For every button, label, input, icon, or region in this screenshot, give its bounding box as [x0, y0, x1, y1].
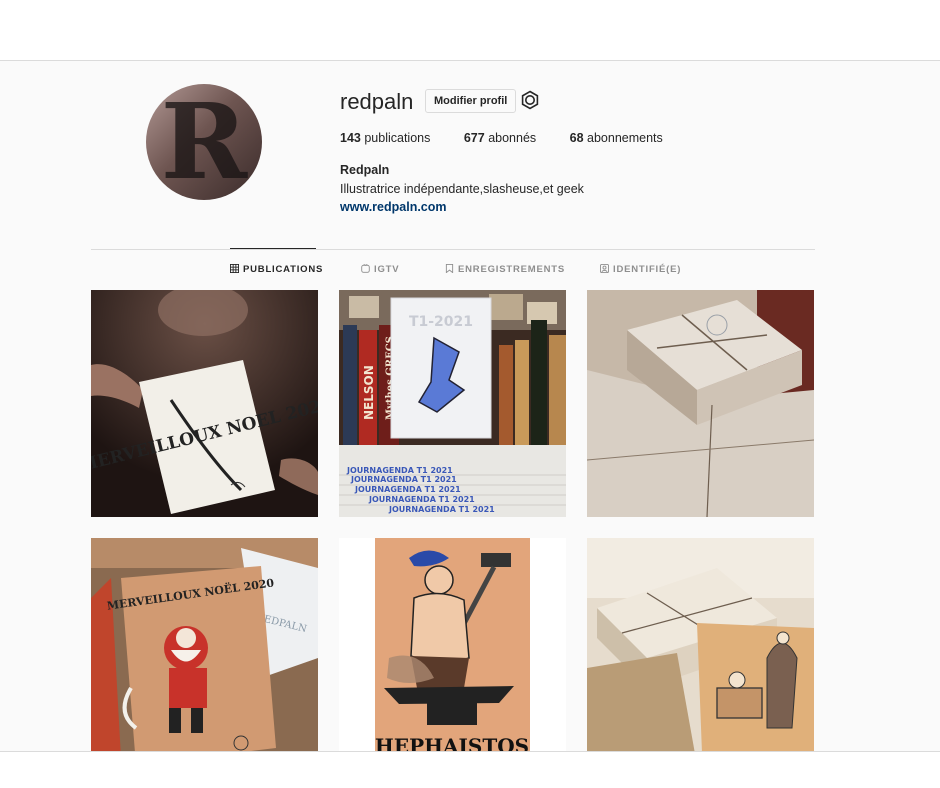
settings-gear-icon[interactable]: [520, 90, 540, 110]
post-3-image: [587, 290, 814, 517]
post-2-stack-3: JOURNAGENDA T1 2021: [354, 485, 461, 494]
post-thumbnail-1[interactable]: MERVEILLOUX NOEL 2020: [91, 290, 318, 517]
tab-igtv-label: IGTV: [374, 264, 400, 275]
tab-publications-label: PUBLICATIONS: [243, 264, 324, 275]
posts-count: 143 publications: [340, 131, 430, 145]
tab-igtv[interactable]: IGTV: [361, 249, 399, 289]
tab-saved[interactable]: ENREGISTREMENTS: [445, 249, 565, 289]
posts-count-label: publications: [364, 131, 431, 145]
following-count-label: abonnements: [587, 131, 663, 145]
profile-stats: 143 publications 677 abonnés 68 abonneme…: [340, 131, 693, 145]
tab-publications[interactable]: PUBLICATIONS: [230, 248, 322, 289]
profile-username: redpaln: [340, 89, 414, 114]
grid-icon: [230, 264, 239, 273]
post-2-stack-2: JOURNAGENDA T1 2021: [350, 475, 457, 484]
profile-full-name: Redpaln: [340, 163, 390, 177]
post-2-stack-1: JOURNAGENDA T1 2021: [346, 466, 453, 475]
tab-saved-label: ENREGISTREMENTS: [458, 264, 566, 275]
profile-tabs: PUBLICATIONS IGTV ENREGISTREMENTS IDENTI…: [91, 248, 815, 289]
posts-count-value: 143: [340, 131, 361, 145]
profile-avatar[interactable]: R: [146, 84, 262, 200]
followers-count-label: abonnés: [488, 131, 537, 145]
following-count[interactable]: 68 abonnements: [570, 131, 663, 145]
bookmark-icon: [445, 264, 454, 273]
profile-bio: Illustratrice indépendante,slasheuse,et …: [340, 182, 584, 196]
post-2-image: NELSON Mythes GRECS T1-2021 JOURNAGENDA …: [339, 290, 566, 517]
followers-count-value: 677: [463, 131, 485, 145]
profile-page: R redpaln Modifier profil 143 publicatio…: [0, 60, 940, 752]
post-thumbnail-5[interactable]: HEPHAISTOS: [339, 538, 566, 752]
edit-profile-button[interactable]: Modifier profil: [425, 89, 517, 113]
post-thumbnail-4[interactable]: REDPALN MERVEILLOUX NOËL 2020: [91, 538, 318, 751]
post-2-stack-4: JOURNAGENDA T1 2021: [368, 495, 475, 504]
post-5-lettering: HEPHAISTOS: [375, 734, 529, 752]
post-6-image: [587, 538, 814, 751]
post-2-cover-title: T1-2021: [409, 314, 473, 330]
post-thumbnail-6[interactable]: [587, 538, 814, 751]
post-1-image: MERVEILLOUX NOEL 2020: [91, 290, 318, 517]
post-5-image: HEPHAISTOS: [339, 538, 566, 752]
post-2-stack-5: JOURNAGENDA T1 2021: [388, 505, 495, 514]
post-4-image: REDPALN MERVEILLOUX NOËL 2020: [91, 538, 318, 751]
avatar-monogram: R: [160, 84, 248, 200]
post-thumbnail-3[interactable]: [587, 290, 814, 517]
following-count-value: 68: [569, 131, 584, 145]
post-thumbnail-2[interactable]: NELSON Mythes GRECS T1-2021 JOURNAGENDA …: [339, 290, 566, 517]
tab-tagged-label: IDENTIFIÉ(E): [613, 264, 682, 275]
profile-website-link[interactable]: www.redpaln.com: [340, 200, 447, 214]
igtv-icon: [361, 264, 370, 273]
tab-tagged[interactable]: IDENTIFIÉ(E): [600, 249, 681, 289]
post-2-book-spine-1: NELSON: [362, 365, 376, 420]
followers-count[interactable]: 677 abonnés: [464, 131, 536, 145]
tagged-icon: [600, 264, 609, 273]
